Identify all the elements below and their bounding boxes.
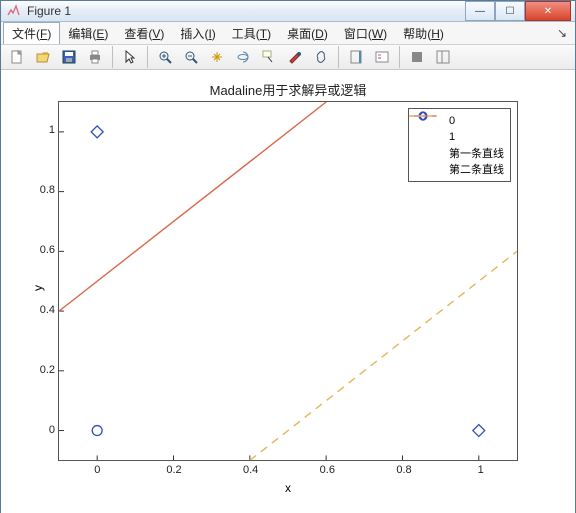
- new-icon[interactable]: [5, 45, 29, 69]
- pointer-icon[interactable]: [118, 45, 142, 69]
- minimize-button[interactable]: —: [465, 1, 495, 21]
- y-axis-label: y: [31, 285, 45, 291]
- figure-window: Figure 1 — ☐ ✕ 文件(F) 编辑(E) 查看(V) 插入(I) 工…: [0, 0, 576, 513]
- toolbar-separator: [399, 46, 400, 68]
- menu-file[interactable]: 文件(F): [3, 22, 60, 44]
- toolbar-separator: [338, 46, 339, 68]
- chart-title: Madaline用于求解异或逻辑: [19, 80, 557, 99]
- menu-window[interactable]: 窗口(W): [336, 23, 395, 44]
- datacursor-icon[interactable]: [257, 45, 281, 69]
- matlab-icon: [5, 3, 21, 19]
- dock-icon[interactable]: [431, 45, 455, 69]
- print-icon[interactable]: [83, 45, 107, 69]
- titlebar[interactable]: Figure 1 — ☐ ✕: [1, 1, 575, 22]
- zoom-in-icon[interactable]: [153, 45, 177, 69]
- legend-entry-1: 1: [415, 129, 504, 145]
- close-button[interactable]: ✕: [525, 1, 571, 21]
- legend-icon[interactable]: [370, 45, 394, 69]
- axes-container: Madaline用于求解异或逻辑 y 0 1 第一条直线 第二条直线 00.20…: [19, 80, 557, 495]
- menu-insert[interactable]: 插入(I): [172, 23, 223, 44]
- window-controls: — ☐ ✕: [465, 1, 571, 21]
- menu-tools[interactable]: 工具(T): [224, 23, 279, 44]
- legend-entry-line2: 第二条直线: [415, 161, 504, 177]
- menubar: 文件(F) 编辑(E) 查看(V) 插入(I) 工具(T) 桌面(D) 窗口(W…: [1, 22, 575, 45]
- rotate3d-icon[interactable]: [231, 45, 255, 69]
- save-icon[interactable]: [57, 45, 81, 69]
- toolbar-separator: [112, 46, 113, 68]
- brush-icon[interactable]: [283, 45, 307, 69]
- window-title: Figure 1: [27, 4, 465, 18]
- toolbar: [1, 45, 575, 70]
- menu-edit[interactable]: 编辑(E): [60, 23, 116, 44]
- menu-more-icon[interactable]: ↘: [551, 26, 573, 40]
- legend-entry-line1: 第一条直线: [415, 145, 504, 161]
- zoom-out-icon[interactable]: [179, 45, 203, 69]
- menu-desktop[interactable]: 桌面(D): [279, 23, 336, 44]
- hide-tools-icon[interactable]: [405, 45, 429, 69]
- open-icon[interactable]: [31, 45, 55, 69]
- pan-icon[interactable]: [205, 45, 229, 69]
- colorbar-icon[interactable]: [344, 45, 368, 69]
- maximize-button[interactable]: ☐: [495, 1, 525, 21]
- menu-help[interactable]: 帮助(H): [395, 23, 452, 44]
- x-axis-label: x: [19, 481, 557, 495]
- toolbar-separator: [147, 46, 148, 68]
- figure-canvas: Madaline用于求解异或逻辑 y 0 1 第一条直线 第二条直线 00.20…: [1, 70, 575, 513]
- axes[interactable]: 0 1 第一条直线 第二条直线 00.20.40.60.8100.20.40.6…: [58, 101, 518, 461]
- link-icon[interactable]: [309, 45, 333, 69]
- legend[interactable]: 0 1 第一条直线 第二条直线: [408, 108, 511, 182]
- menu-view[interactable]: 查看(V): [116, 23, 172, 44]
